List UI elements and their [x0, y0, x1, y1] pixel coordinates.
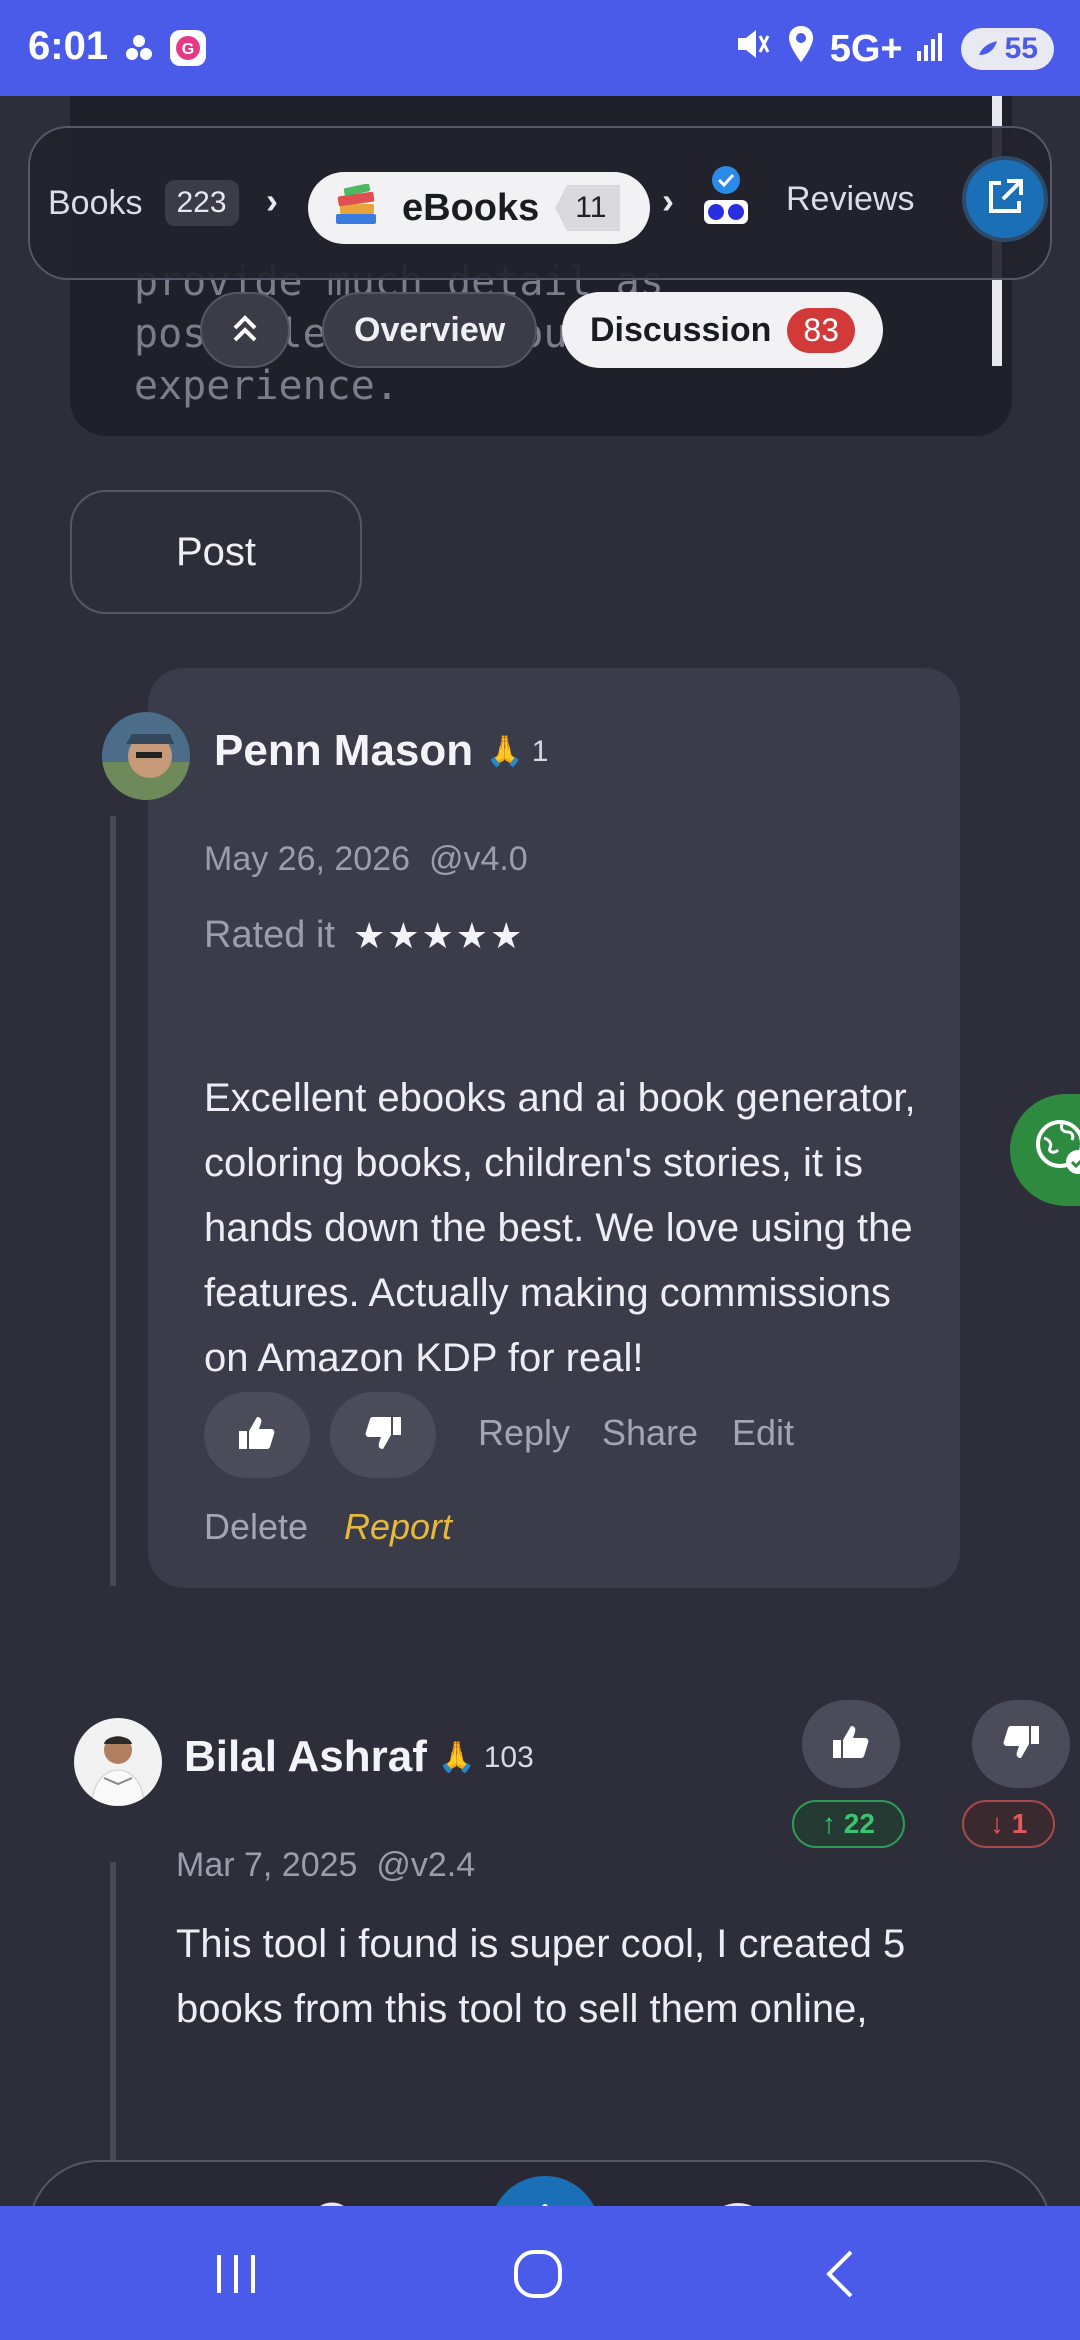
star-rating: ★★★★★ [352, 914, 525, 956]
g-app-icon: G [168, 28, 208, 73]
open-external-button[interactable] [962, 156, 1048, 242]
main-content: provide much detail as possible about yo… [0, 96, 1080, 2206]
translate-fab[interactable] [1010, 1094, 1080, 1206]
back-button[interactable] [802, 2236, 882, 2316]
rating: Rated it ★★★★★ [204, 914, 525, 956]
like-button[interactable] [802, 1700, 900, 1788]
tab-discussion[interactable]: Discussion 83 [562, 292, 883, 368]
reply-button[interactable]: Reply [478, 1412, 570, 1454]
tab-overview[interactable]: Overview [322, 292, 538, 368]
battery-icon: 55 [960, 28, 1054, 70]
discussion-count-badge: 83 [787, 307, 855, 353]
dislike-button[interactable] [330, 1392, 436, 1478]
comment-meta: Mar 7, 2025 @v2.4 [176, 1846, 476, 1884]
external-link-icon [981, 173, 1029, 226]
home-button[interactable] [94, 2192, 174, 2206]
home-circle-icon [510, 2246, 566, 2307]
thread-line [110, 816, 116, 1586]
praying-hands-icon: 🙏 [486, 735, 524, 768]
chevron-right-icon: › [266, 180, 278, 221]
books-stack-icon [332, 183, 380, 233]
system-navigation [0, 2206, 1080, 2340]
breadcrumb-reviews[interactable]: Reviews [786, 180, 914, 219]
share-button[interactable]: Share [602, 1412, 698, 1454]
breadcrumb: Books 223 › eBooks 11 › Reviews [28, 126, 1052, 280]
thread-line [110, 1862, 116, 2162]
signal-icon [916, 28, 947, 71]
comment-author[interactable]: Bilal Ashraf [184, 1732, 427, 1782]
location-icon [786, 24, 816, 74]
breadcrumb-books[interactable]: Books 223 [48, 180, 239, 226]
ebooks-count: 11 [555, 185, 621, 231]
bottom-navigation [28, 2160, 1052, 2206]
search-button[interactable] [298, 2192, 378, 2206]
status-time: 6:01 [28, 24, 109, 68]
dots-icon [124, 33, 154, 68]
karma-badge: 🙏 1 [486, 735, 549, 768]
thumbs-down-icon [361, 1411, 405, 1460]
home-system-button[interactable] [498, 2236, 578, 2316]
karma-badge: 🙏 103 [438, 1741, 534, 1774]
books-count: 223 [164, 180, 239, 226]
chevron-right-icon: › [662, 180, 674, 221]
dislike-button[interactable] [972, 1700, 1070, 1788]
downvote-count: ↓ 1 [962, 1800, 1056, 1848]
verified-reviewer-icon [700, 164, 752, 231]
back-chevron-icon [817, 2246, 867, 2307]
network-type: 5G+ [829, 27, 903, 70]
menu-button[interactable] [908, 2192, 988, 2206]
globe-check-icon [1032, 1116, 1080, 1185]
praying-hands-icon: 🙏 [438, 1741, 476, 1774]
avatar[interactable] [74, 1718, 162, 1806]
double-chevron-up-icon [227, 310, 263, 351]
like-button[interactable] [204, 1392, 310, 1478]
recent-apps-button[interactable] [196, 2236, 276, 2316]
comment-author[interactable]: Penn Mason [214, 726, 473, 776]
comment-body: This tool i found is super cool, I creat… [176, 1922, 906, 2031]
breadcrumb-ebooks[interactable]: eBooks 11 [308, 172, 650, 244]
thumbs-down-icon [999, 1720, 1043, 1769]
scroll-top-button[interactable] [200, 292, 290, 368]
mute-icon [732, 24, 772, 74]
post-button[interactable]: Post [70, 490, 362, 614]
delete-button[interactable]: Delete [204, 1506, 308, 1548]
avatar[interactable] [102, 712, 190, 800]
discussions-button[interactable] [706, 2192, 786, 2206]
comment-meta: May 26, 2026 @v4.0 [204, 840, 528, 878]
upvote-count: ↑ 22 [792, 1800, 905, 1848]
comment-body: Excellent ebooks and ai book generator, … [204, 1076, 916, 1380]
search-icon [306, 2198, 370, 2206]
edit-button[interactable]: Edit [732, 1412, 794, 1454]
svg-text:G: G [182, 41, 194, 58]
chat-bubbles-icon [710, 2198, 782, 2206]
recent-apps-icon [211, 2249, 261, 2304]
thumbs-up-icon [829, 1720, 873, 1769]
status-bar: 6:01 G 5G+ 55 [0, 0, 1080, 96]
thumbs-up-icon [235, 1411, 279, 1460]
add-button[interactable] [490, 2176, 600, 2206]
report-button[interactable]: Report [344, 1506, 452, 1548]
